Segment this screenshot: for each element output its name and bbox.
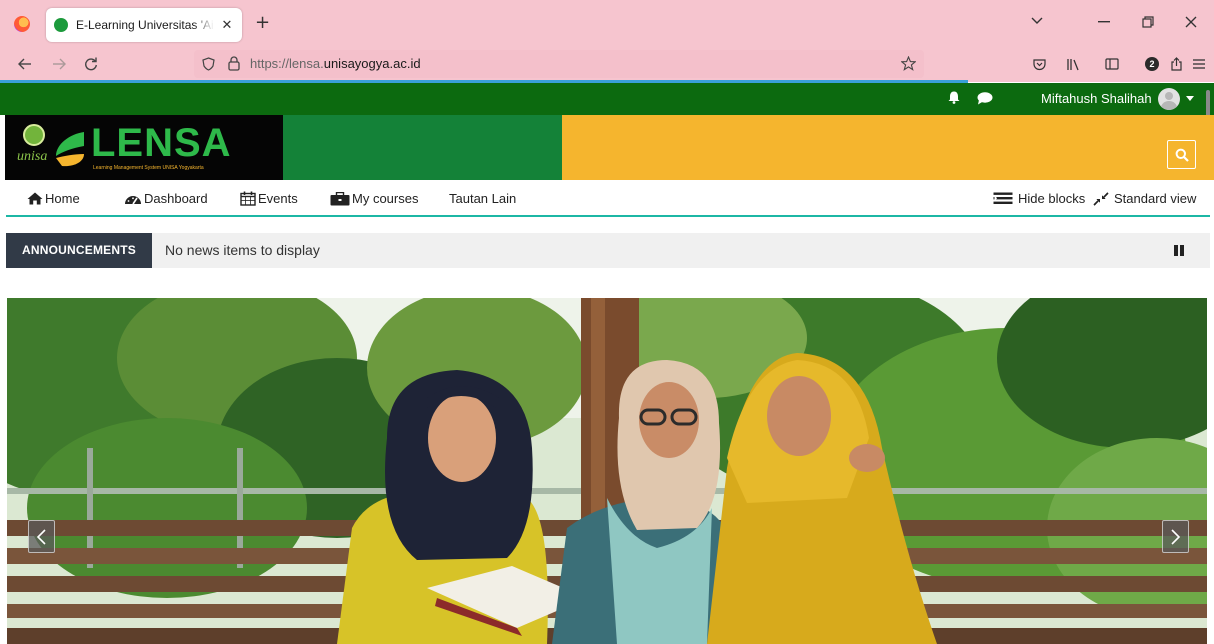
back-arrow-icon[interactable] [18,58,32,70]
search-button[interactable] [1167,140,1196,169]
collapse-arrows-icon [1093,191,1109,206]
hide-blocks-icon [993,192,1013,204]
new-tab-button[interactable]: + [255,14,270,32]
site-favicon-icon [54,18,68,32]
pause-icon[interactable] [1174,245,1184,256]
nav-item-my-courses[interactable]: My courses [330,191,418,206]
firefox-menu-icon[interactable] [14,16,30,32]
url-domain: unisayogya.ac.id [323,56,421,71]
announcements-ticker: ANNOUNCEMENTS No news items to display [6,233,1210,268]
notification-bell-icon[interactable] [948,91,960,104]
nav-label-home: Home [45,191,80,206]
restore-icon[interactable] [1142,16,1154,28]
sidebar-toggle-icon[interactable] [1105,58,1119,70]
announcements-text: No news items to display [165,242,320,258]
share-icon[interactable] [1170,57,1183,71]
unisa-logo-text: unisa [17,149,48,164]
dashboard-icon [125,196,141,205]
tab-title: E-Learning Universitas 'Aisyiyah Yogyaka… [76,18,214,32]
forward-arrow-icon[interactable] [52,58,66,70]
logo-panel[interactable]: unisa LENSA Learning Management System U… [5,115,283,180]
close-window-icon[interactable] [1185,16,1197,28]
browser-tab[interactable]: E-Learning Universitas 'Aisyiyah Yogyaka… [46,8,242,42]
lock-icon[interactable] [228,56,240,71]
main-navigation: Home Dashboard Events My courses Tautan [0,180,1214,218]
close-tab-icon[interactable]: ✕ [220,18,234,33]
pocket-icon[interactable] [1033,58,1046,71]
nav-item-events[interactable]: Events [240,191,298,206]
chevron-left-icon [36,529,46,545]
url-text[interactable]: https://lensa.unisayogya.ac.id [250,56,421,71]
nav-label-events: Events [258,191,298,206]
lensa-logo-text: LENSA [91,121,232,165]
site-banner: unisa LENSA Learning Management System U… [0,115,1214,180]
hero-slide-image [7,298,1207,644]
lensa-leaf-icon [56,132,84,167]
banner-green-panel [283,115,562,180]
browser-tab-bar: E-Learning Universitas 'Aisyiyah Yogyaka… [0,0,1214,46]
minimize-icon[interactable] [1098,21,1110,23]
home-icon [27,192,43,205]
hide-blocks-button[interactable]: Hide blocks [993,191,1085,206]
user-menu-name[interactable]: Miftahush Shalihah [1041,91,1152,106]
briefcase-icon [330,191,350,205]
bookmark-star-icon[interactable] [901,56,916,71]
site-top-strip: Miftahush Shalihah [0,83,1214,115]
unisa-seal-icon [23,124,45,146]
nav-item-home[interactable]: Home [27,191,80,206]
user-menu-caret-icon[interactable] [1186,96,1194,101]
address-bar[interactable]: https://lensa.unisayogya.ac.id [194,50,924,78]
nav-label-tautan-lain: Tautan Lain [449,191,517,206]
announcements-label: ANNOUNCEMENTS [6,233,152,268]
tracking-shield-icon[interactable] [202,57,215,71]
calendar-icon [240,191,256,206]
profile-badge-icon[interactable]: 2 [1145,57,1159,71]
carousel-prev-button[interactable] [28,520,55,553]
hero-carousel [7,298,1207,644]
nav-label-my-courses: My courses [352,191,419,206]
standard-view-label: Standard view [1114,191,1197,206]
hide-blocks-label: Hide blocks [1018,191,1086,206]
nav-item-tautan-lain[interactable]: Tautan Lain [449,191,516,206]
nav-item-dashboard[interactable]: Dashboard [124,191,208,206]
browser-nav-bar: https://lensa.unisayogya.ac.id 2 [0,46,1214,82]
reload-icon[interactable] [84,57,98,71]
app-menu-icon[interactable] [1193,59,1205,69]
nav-label-dashboard: Dashboard [144,191,208,206]
standard-view-button[interactable]: Standard view [1093,191,1196,206]
banner-yellow-panel [562,115,1214,180]
tab-list-chevron-icon[interactable] [1031,17,1043,25]
lensa-tagline: Learning Management System UNISA Yogyaka… [93,165,204,171]
library-icon[interactable] [1066,58,1080,71]
chevron-right-icon [1171,529,1181,545]
user-avatar[interactable] [1158,88,1180,110]
carousel-next-button[interactable] [1162,520,1189,553]
messages-chat-icon[interactable] [977,92,993,105]
nav-accent-line [6,215,1210,217]
search-icon [1175,148,1189,162]
url-prefix: https://lensa. [250,56,324,71]
